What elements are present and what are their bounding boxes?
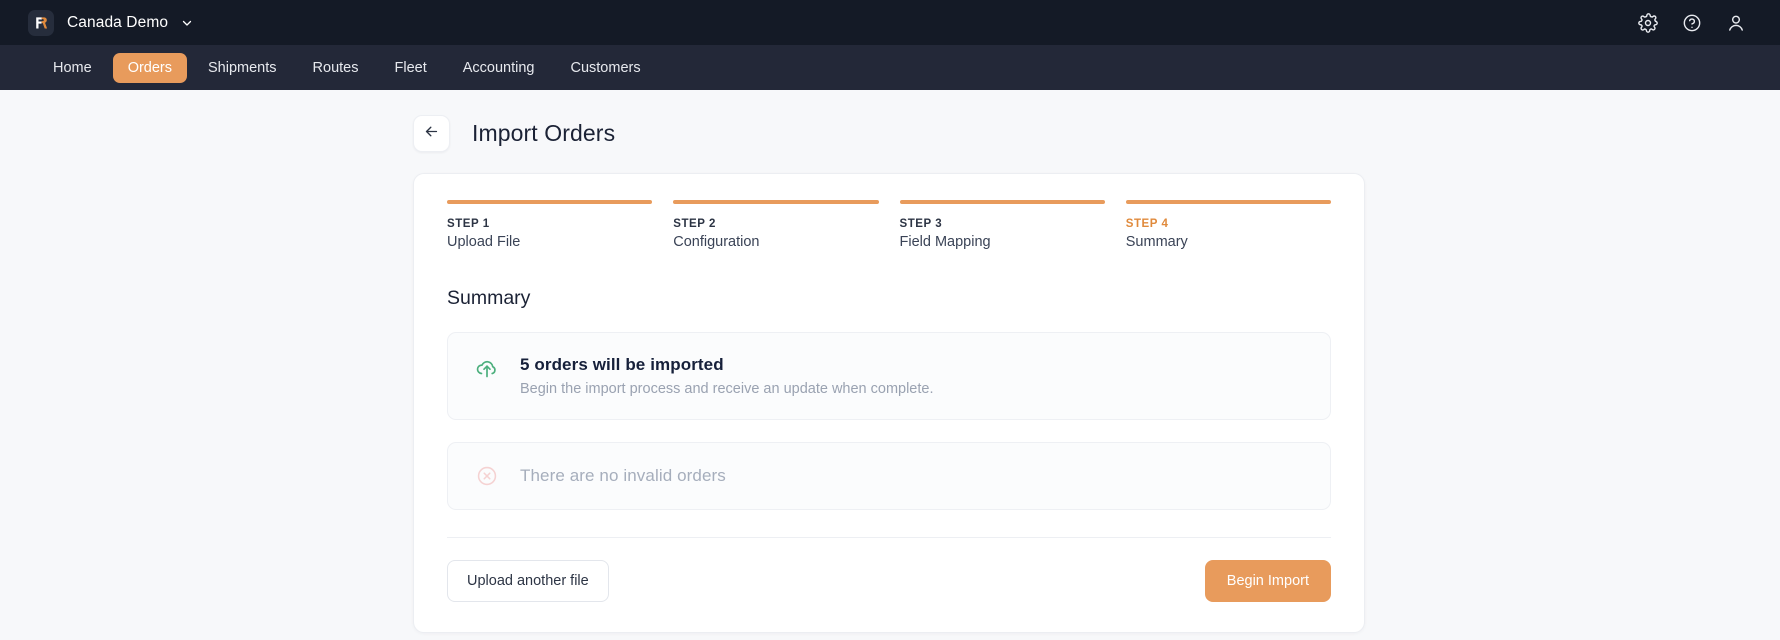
import-count-title: 5 orders will be imported: [520, 355, 934, 375]
org-switcher[interactable]: Canada Demo: [28, 10, 193, 36]
page-title: Import Orders: [472, 120, 615, 147]
nav-item-orders[interactable]: Orders: [113, 53, 187, 83]
nav-item-home[interactable]: Home: [38, 53, 107, 83]
step-progress-bar: [1126, 200, 1331, 204]
nav-item-fleet[interactable]: Fleet: [379, 53, 441, 83]
step-progress-bar: [673, 200, 878, 204]
import-wizard-card: STEP 1 Upload File STEP 2 Configuration …: [413, 173, 1365, 633]
wizard-footer: Upload another file Begin Import: [447, 560, 1331, 603]
user-account-icon[interactable]: [1725, 12, 1746, 33]
x-circle-icon: [474, 463, 500, 489]
main-navigation: Home Orders Shipments Routes Fleet Accou…: [0, 45, 1780, 90]
step-label: Field Mapping: [900, 234, 1105, 250]
step-label: Configuration: [673, 234, 878, 250]
cloud-upload-icon: [474, 355, 500, 381]
invalid-orders-title: There are no invalid orders: [520, 466, 726, 486]
wizard-step-4[interactable]: STEP 4 Summary: [1126, 200, 1331, 250]
top-bar: Canada Demo: [0, 0, 1780, 45]
import-summary-text: 5 orders will be imported Begin the impo…: [520, 355, 934, 397]
org-name: Canada Demo: [67, 14, 168, 32]
step-label: Upload File: [447, 234, 652, 250]
wizard-step-3[interactable]: STEP 3 Field Mapping: [900, 200, 1105, 250]
upload-another-file-button[interactable]: Upload another file: [447, 560, 609, 603]
back-button[interactable]: [413, 115, 450, 152]
chevron-down-icon: [181, 17, 193, 29]
nav-item-routes[interactable]: Routes: [298, 53, 374, 83]
begin-import-button[interactable]: Begin Import: [1205, 560, 1331, 603]
wizard-step-1[interactable]: STEP 1 Upload File: [447, 200, 652, 250]
fr-monogram-logo-icon: [28, 10, 54, 36]
step-number: STEP 2: [673, 218, 878, 230]
step-number: STEP 1: [447, 218, 652, 230]
summary-heading: Summary: [447, 287, 1331, 310]
topbar-icon-group: [1637, 12, 1746, 33]
step-number: STEP 3: [900, 218, 1105, 230]
step-progress-bar: [900, 200, 1105, 204]
nav-item-shipments[interactable]: Shipments: [193, 53, 292, 83]
step-number: STEP 4: [1126, 218, 1331, 230]
help-circle-icon[interactable]: [1681, 12, 1702, 33]
import-summary-panel: 5 orders will be imported Begin the impo…: [447, 332, 1331, 420]
invalid-orders-panel: There are no invalid orders: [447, 442, 1331, 510]
main-content-area: STEP 1 Upload File STEP 2 Configuration …: [0, 152, 1780, 633]
nav-item-accounting[interactable]: Accounting: [448, 53, 550, 83]
step-progress-bar: [447, 200, 652, 204]
import-description: Begin the import process and receive an …: [520, 381, 934, 397]
step-label: Summary: [1126, 234, 1331, 250]
settings-gear-icon[interactable]: [1637, 12, 1658, 33]
wizard-step-2[interactable]: STEP 2 Configuration: [673, 200, 878, 250]
nav-item-customers[interactable]: Customers: [555, 53, 655, 83]
arrow-left-icon: [423, 123, 440, 145]
wizard-stepper: STEP 1 Upload File STEP 2 Configuration …: [447, 200, 1331, 250]
page-header: Import Orders: [0, 90, 1780, 152]
footer-divider: [447, 537, 1331, 538]
